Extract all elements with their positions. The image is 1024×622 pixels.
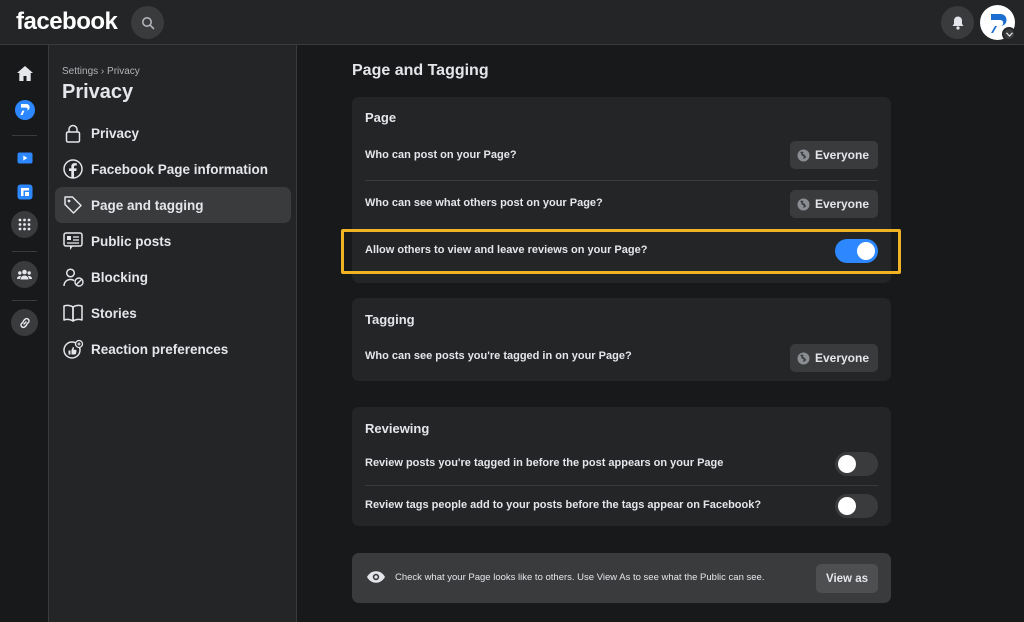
sidebar-item-label: Public posts: [91, 233, 172, 249]
card-title: Page: [365, 110, 397, 125]
review-tags-toggle[interactable]: [835, 494, 878, 518]
audience-value: Everyone: [814, 351, 869, 365]
account-menu-button[interactable]: [1002, 27, 1016, 41]
card-title: Reviewing: [365, 421, 430, 436]
gaming-button[interactable]: [11, 178, 38, 205]
sidebar-item-privacy[interactable]: Privacy: [55, 115, 291, 151]
home-icon: [16, 66, 33, 81]
settings-sidebar: Settings › Privacy Privacy Privacy Faceb…: [49, 45, 297, 622]
sidebar-item-facebook-page-information[interactable]: Facebook Page information: [55, 151, 291, 187]
row-label: Who can see posts you're tagged in on yo…: [365, 350, 632, 362]
lock-icon: [62, 122, 84, 144]
row-label: Review posts you're tagged in before the…: [365, 457, 724, 469]
book-icon: [62, 302, 84, 324]
link-button[interactable]: [11, 309, 38, 336]
audience-selector-button[interactable]: Everyone: [789, 190, 878, 218]
rail-divider: [12, 251, 37, 252]
bell-icon: [952, 16, 963, 30]
watch-button[interactable]: [11, 144, 38, 171]
facebook-icon: [62, 158, 84, 180]
sidebar-item-label: Page and tagging: [91, 197, 204, 213]
page-profile-button[interactable]: [11, 96, 38, 123]
audience-selector-button[interactable]: Everyone: [789, 344, 878, 372]
grid-menu-icon: [18, 218, 31, 231]
sidebar-item-label: Facebook Page information: [91, 161, 269, 177]
notifications-button[interactable]: [941, 6, 974, 39]
menu-button[interactable]: [11, 211, 38, 238]
row-label: Who can post on your Page?: [365, 149, 517, 161]
sidebar-item-label: Blocking: [91, 269, 149, 285]
review-posts-toggle[interactable]: [835, 452, 878, 476]
globe-icon: [797, 149, 810, 161]
highlight-box: [341, 229, 901, 274]
page-logo-icon: [14, 99, 35, 120]
left-rail: [0, 45, 49, 622]
rail-divider: [12, 135, 37, 136]
audience-value: Everyone: [814, 197, 869, 211]
search-icon: [141, 16, 154, 29]
sidebar-item-page-and-tagging[interactable]: Page and tagging: [55, 187, 291, 223]
row-label: Review tags people add to your posts bef…: [365, 499, 762, 511]
sidebar-item-label: Privacy: [91, 125, 140, 141]
tag-icon: [62, 194, 84, 216]
row-divider: [365, 180, 878, 181]
breadcrumb[interactable]: Settings › Privacy: [62, 66, 140, 77]
sidebar-item-label: Reaction preferences: [91, 341, 229, 357]
groups-button[interactable]: [11, 261, 38, 288]
sidebar-item-public-posts[interactable]: Public posts: [55, 223, 291, 259]
gaming-icon: [17, 184, 32, 199]
news-icon: [62, 230, 84, 252]
view-as-card: Check what your Page looks like to other…: [352, 553, 891, 603]
reviewing-settings-card: Reviewing Review posts you're tagged in …: [352, 407, 891, 526]
home-button[interactable]: [11, 60, 38, 87]
toggle-knob: [838, 455, 856, 473]
globe-icon: [797, 198, 810, 210]
tagging-settings-card: Tagging Who can see posts you're tagged …: [352, 298, 891, 381]
reaction-icon: [62, 338, 84, 360]
row-divider: [365, 485, 878, 486]
audience-value: Everyone: [814, 148, 869, 162]
sidebar-item-reaction-preferences[interactable]: Reaction preferences: [55, 331, 291, 367]
page-title: Privacy: [62, 81, 134, 103]
toggle-knob: [838, 497, 856, 515]
eye-icon: [367, 571, 385, 583]
link-icon: [19, 317, 30, 328]
top-bar: facebook: [0, 0, 1024, 45]
sidebar-item-label: Stories: [91, 305, 137, 321]
blocking-icon: [62, 266, 84, 288]
search-button[interactable]: [131, 6, 164, 39]
chevron-down-icon: [1005, 31, 1013, 37]
section-heading: Page and Tagging: [352, 62, 489, 79]
facebook-logo[interactable]: facebook: [16, 8, 118, 36]
view-as-description: Check what your Page looks like to other…: [395, 572, 765, 583]
sidebar-item-blocking[interactable]: Blocking: [55, 259, 291, 295]
rail-divider: [12, 300, 37, 301]
groups-icon: [17, 269, 32, 280]
sidebar-item-stories[interactable]: Stories: [55, 295, 291, 331]
video-icon: [17, 152, 32, 163]
card-title: Tagging: [365, 312, 415, 327]
row-label: Who can see what others post on your Pag…: [365, 197, 603, 209]
view-as-button[interactable]: View as: [816, 564, 878, 593]
audience-selector-button[interactable]: Everyone: [789, 141, 878, 169]
globe-icon: [797, 352, 810, 364]
